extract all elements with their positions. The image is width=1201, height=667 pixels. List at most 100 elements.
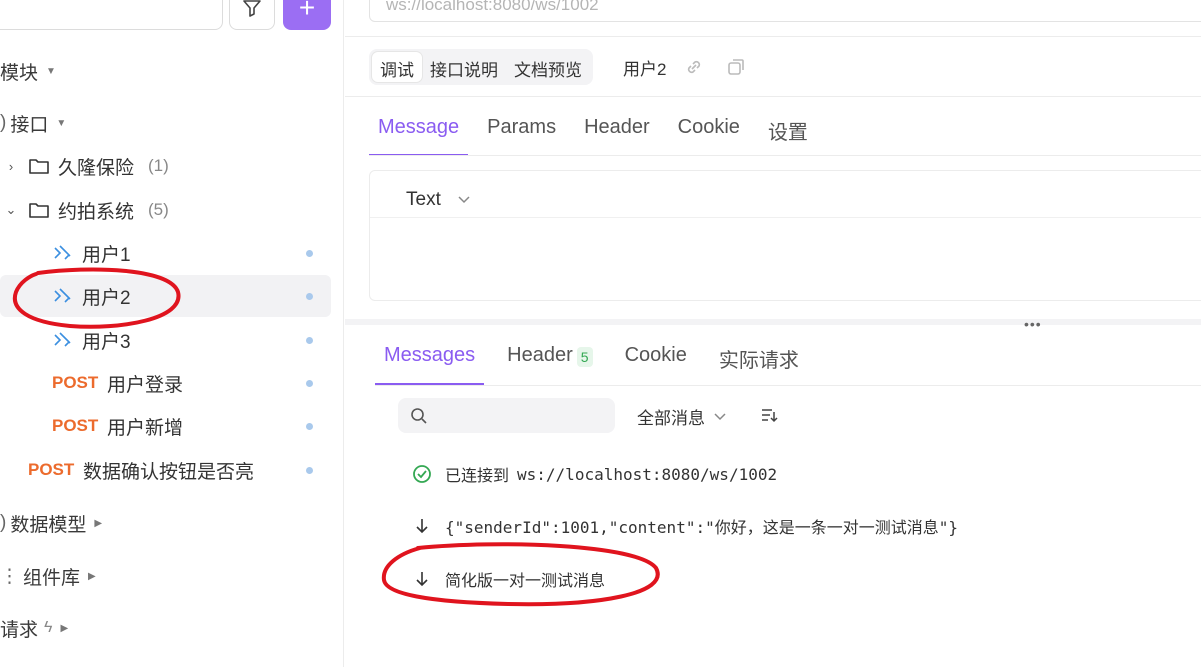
tree-item-ws[interactable]: 用户3 [0, 319, 331, 361]
tree-item-ws[interactable]: 用户1 [0, 232, 331, 274]
arrow-down-icon [412, 517, 432, 535]
sort-icon[interactable] [760, 407, 778, 423]
section-label: 组件库 [23, 567, 81, 589]
caret-right-icon: ▶ [60, 622, 69, 634]
request-tabs: Message Params Header Cookie 设置 [369, 112, 827, 156]
link-icon[interactable] [684, 57, 704, 77]
folder-icon [29, 159, 49, 174]
tab-messages[interactable]: Messages [375, 340, 485, 386]
status-dot [306, 422, 313, 430]
tree-item-ws-selected[interactable]: 用户2 [0, 275, 331, 317]
websocket-icon [54, 332, 71, 347]
divider [375, 385, 1201, 386]
arrow-down-icon [412, 570, 432, 588]
section-data-models[interactable]: ) 数据模型 ▶ [0, 508, 102, 538]
url-input[interactable]: ws://localhost:8080/ws/1002 [369, 0, 1201, 22]
copy-icon[interactable] [726, 57, 746, 77]
divider [345, 96, 1201, 97]
components-icon: ⋮ [0, 565, 19, 587]
tab-message[interactable]: Message [369, 112, 469, 156]
message-text: ws://localhost:8080/ws/1002 [517, 464, 778, 484]
websocket-icon [54, 245, 71, 260]
message-item[interactable]: {"senderId":1001,"content":"你好，这是一条一对一测试… [412, 514, 958, 538]
status-dot [306, 336, 313, 344]
caret-right-icon: ▶ [94, 517, 103, 529]
message-body-editor[interactable]: Text [369, 170, 1201, 301]
tree-item-label: 用户登录 [107, 374, 184, 396]
plus-icon: + [298, 0, 316, 23]
chevron-down-icon [458, 196, 470, 204]
sidebar: + 模块 ▼ ) 接口 ▼ › 久隆保险 (1) ⌄ 约拍系统 (5) 用户1 … [0, 0, 344, 667]
sidebar-search-input[interactable] [0, 0, 223, 30]
message-item[interactable]: 简化版一对一测试消息 [412, 567, 605, 591]
tree-item-label: 用户2 [82, 287, 131, 309]
section-requests[interactable]: 请求 ϟ ▶ [0, 613, 68, 643]
folder-label: 约拍系统 [58, 201, 135, 223]
count-badge: 5 [576, 347, 593, 367]
message-text: 简化版一对一测试消息 [445, 571, 606, 590]
folder-count: (1) [148, 156, 169, 175]
message-label: 已连接到 [445, 466, 510, 485]
divider [345, 36, 1201, 37]
check-circle-icon [412, 464, 432, 484]
method-badge: POST [28, 460, 75, 479]
message-filter-select[interactable]: 全部消息 [637, 404, 727, 429]
method-badge: POST [52, 416, 99, 435]
tab-params[interactable]: Params [478, 112, 565, 156]
folder-item[interactable]: › 久隆保险 (1) [0, 145, 331, 187]
status-dot [306, 249, 313, 257]
tab-cookie[interactable]: Cookie [669, 112, 749, 156]
chevron-down-icon: ⌄ [5, 202, 17, 217]
add-button[interactable]: + [283, 0, 331, 30]
body-type-label: Text [406, 189, 441, 210]
drag-handle-icon[interactable]: ••• [1024, 316, 1042, 332]
message-search-input[interactable] [398, 398, 615, 433]
body-type-select[interactable]: Text [406, 189, 471, 211]
tab-response-cookie[interactable]: Cookie [616, 340, 696, 386]
tab-doc-preview[interactable]: 文档预览 [506, 52, 590, 82]
caret-down-icon: ▼ [46, 65, 56, 77]
caret-down-icon: ▼ [56, 117, 67, 129]
tree-item-post[interactable]: POST 数据确认按钮是否亮 [0, 449, 331, 491]
lightning-icon: ϟ [44, 619, 53, 636]
tab-header[interactable]: Header [575, 112, 659, 156]
folder-open-icon [29, 203, 49, 218]
section-interfaces[interactable]: ) 接口 ▼ [0, 108, 66, 138]
filter-button[interactable] [229, 0, 275, 30]
method-badge: POST [52, 373, 99, 392]
request-name: 用户2 [623, 60, 667, 79]
filter-icon [243, 0, 261, 17]
tree-item-label: 用户新增 [107, 417, 184, 439]
tree-item-post[interactable]: POST 用户登录 [0, 362, 331, 404]
section-components[interactable]: ⋮ 组件库 ▶ [0, 561, 96, 591]
section-label: 模块 [0, 62, 39, 84]
caret-right-icon: ▶ [88, 570, 96, 582]
interfaces-icon: ) [0, 112, 7, 133]
section-label: 数据模型 [10, 514, 87, 536]
data-model-icon: ) [0, 512, 7, 533]
message-item[interactable]: 已连接到 ws://localhost:8080/ws/1002 [412, 462, 777, 486]
search-icon [411, 408, 427, 424]
section-modules[interactable]: 模块 ▼ [0, 56, 56, 86]
tree-item-label: 用户1 [82, 244, 131, 266]
divider [369, 155, 1201, 156]
tab-actual-request[interactable]: 实际请求 [710, 340, 808, 386]
section-label: 请求 [0, 619, 39, 641]
chevron-down-icon [714, 412, 726, 420]
tab-label: Header [507, 344, 573, 366]
tab-debug[interactable]: 调试 [372, 52, 422, 82]
chevron-right-icon: › [8, 158, 14, 174]
tree-item-post[interactable]: POST 用户新增 [0, 405, 331, 447]
resize-splitter[interactable] [345, 319, 1201, 325]
tab-settings[interactable]: 设置 [759, 112, 817, 156]
folder-count: (5) [148, 200, 169, 219]
folder-label: 久隆保险 [58, 157, 135, 179]
tab-response-header[interactable]: Header 5 [498, 340, 601, 386]
url-text: ws://localhost:8080/ws/1002 [386, 0, 599, 14]
filter-label: 全部消息 [637, 409, 705, 428]
status-dot [306, 379, 313, 387]
status-dot [306, 292, 313, 300]
folder-item[interactable]: ⌄ 约拍系统 (5) [0, 189, 331, 231]
mode-tabs: 调试 接口说明 文档预览 [369, 49, 593, 85]
tab-api-doc[interactable]: 接口说明 [422, 52, 506, 82]
